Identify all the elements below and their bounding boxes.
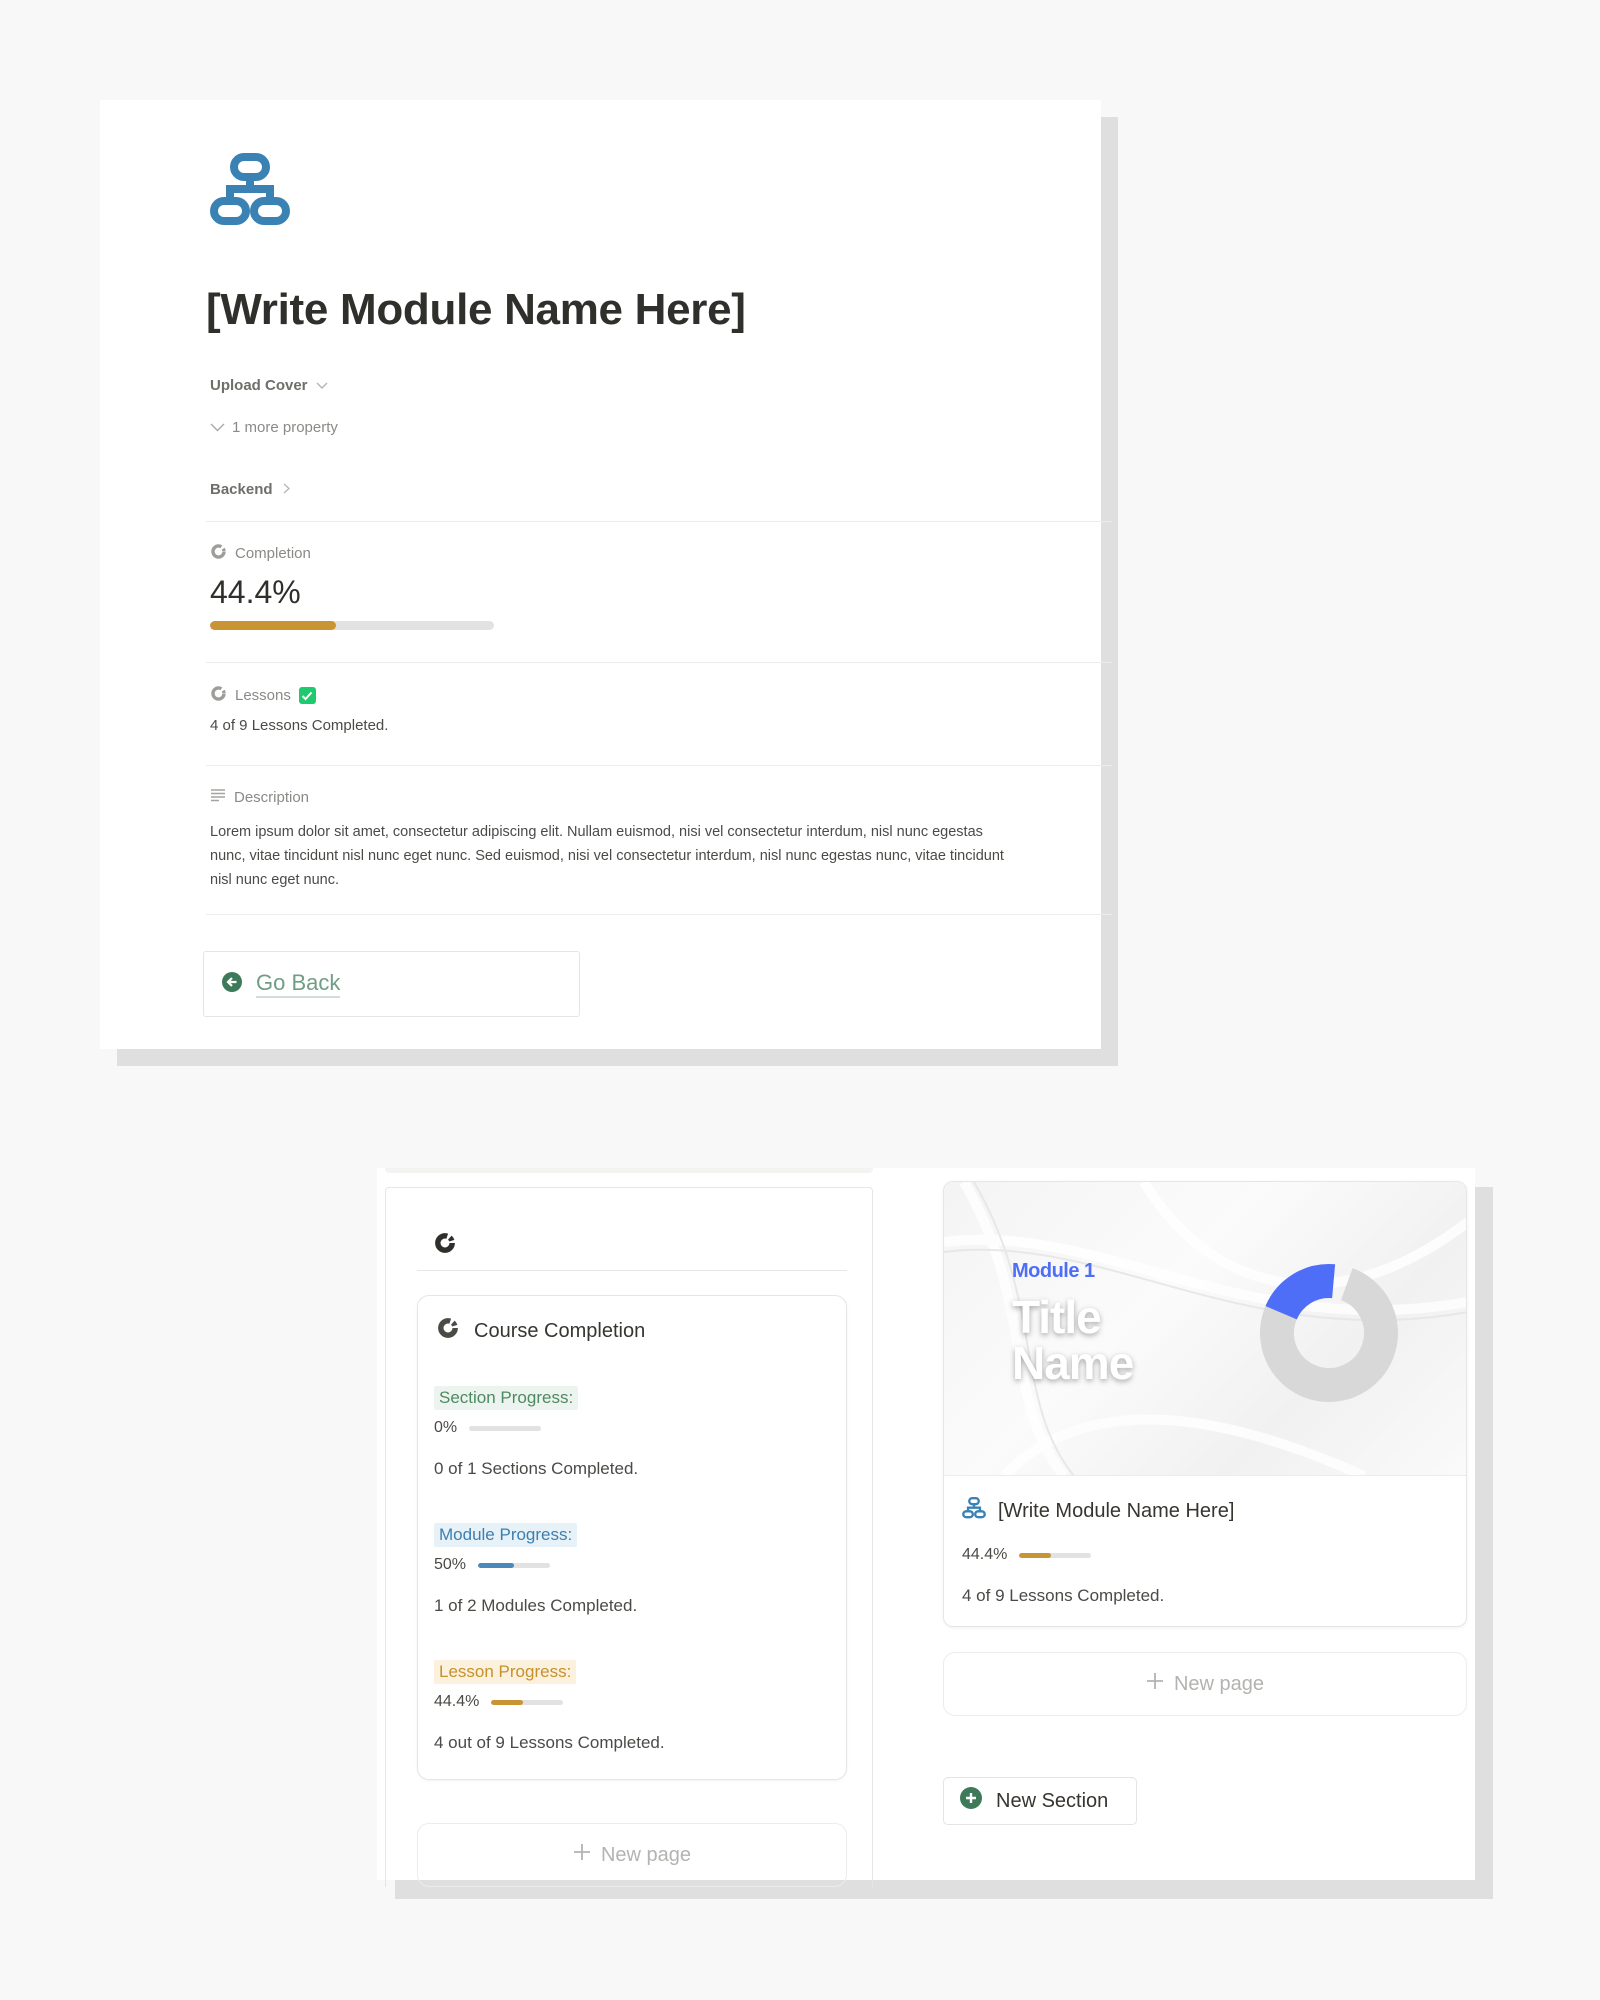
course-dashboard: Course Completion Section Progress: 0% 0… [377,1168,1475,1887]
completion-value: 44.4% [210,574,301,610]
upload-cover-property[interactable]: Upload Cover [210,377,328,394]
chevron-right-icon [283,481,290,498]
cover-donut-chart [1260,1264,1398,1402]
chevron-down-icon [210,419,225,436]
section-progress-value: 0% [434,1419,458,1436]
course-completion-title: Course Completion [436,1316,645,1346]
module-count-text: 1 of 2 Modules Completed. [434,1596,638,1615]
divider [206,662,1112,663]
divider [417,1270,847,1271]
module-progress-value: 50% [434,1556,467,1573]
divider [206,914,1112,915]
backend-link[interactable]: Backend [210,481,290,498]
lesson-progress-label: Lesson Progress: [434,1660,577,1684]
divider [206,521,1112,522]
module-card-title: [Write Module Name Here] [962,1497,1234,1525]
lesson-progress-bar [491,1699,564,1705]
divider [206,765,1112,766]
cover-title: Title Name [1012,1291,1134,1389]
progress-ring-icon [436,1316,460,1346]
progress-column: Course Completion Section Progress: 0% 0… [385,1187,873,1887]
upload-cover-label: Upload Cover [210,377,308,394]
completion-progress-bar [210,621,494,630]
lesson-progress-fill [491,1699,524,1705]
new-page-button[interactable]: New page [417,1823,847,1887]
backend-label: Backend [210,481,273,498]
previous-block-edge [385,1168,873,1173]
go-back-label: Go Back [256,970,341,998]
module-page: [Write Module Name Here] Upload Cover 1 … [100,100,1112,1049]
completion-label-text: Completion [235,545,311,562]
new-section-label: New Section [996,1789,1109,1812]
description-text[interactable]: Lorem ipsum dolor sit amet, consectetur … [210,820,1010,892]
module-progress-bar [478,1562,551,1568]
description-property-label: Description [210,788,309,806]
course-completion-title-text: Course Completion [474,1319,646,1342]
module-card-count-text: 4 of 9 Lessons Completed. [962,1586,1165,1605]
lessons-completed-text: 4 of 9 Lessons Completed. [210,717,389,734]
lesson-progress-row: 44.4% [434,1693,564,1711]
description-label-text: Description [234,788,310,806]
page-title[interactable]: [Write Module Name Here] [206,285,746,335]
arrow-left-circle-icon [222,971,242,997]
section-progress-label: Section Progress: [434,1386,579,1410]
progress-ring-icon [433,1231,457,1260]
course-completion-card[interactable]: Course Completion Section Progress: 0% 0… [417,1295,847,1780]
go-back-button[interactable]: Go Back [203,951,580,1017]
new-page-label: New page [1173,1672,1265,1695]
completion-property-label: Completion [210,543,311,564]
module-card-progress-value: 44.4% [962,1546,1008,1563]
plus-circle-icon [960,1787,982,1815]
chevron-down-icon [316,377,328,394]
hierarchy-icon [210,153,290,227]
new-section-button[interactable]: New Section [943,1777,1137,1825]
progress-ring-icon [210,543,227,564]
completion-progress-fill [210,621,337,630]
more-property-label: 1 more property [232,419,338,436]
module-progress-row: 50% [434,1556,551,1574]
cover-module-number: Module 1 [1012,1260,1095,1282]
lessons-property-label: Lessons [210,685,316,706]
module-card[interactable]: Module 1 Title Name [Write Module Name H… [943,1181,1467,1627]
cover-title-line: Name [1012,1337,1134,1389]
more-property-toggle[interactable]: 1 more property [210,419,338,436]
new-page-button[interactable]: New page [943,1652,1467,1716]
new-page-label: New page [600,1843,692,1866]
text-lines-icon [210,788,226,806]
module-progress-label: Module Progress: [434,1523,578,1547]
module-progress-fill [478,1562,515,1568]
progress-ring-icon [210,685,227,706]
module-card-title-text: [Write Module Name Here] [998,1499,1235,1522]
lessons-label-text: Lessons [235,687,291,704]
module-cover-image: Module 1 Title Name [944,1182,1466,1476]
lesson-count-text: 4 out of 9 Lessons Completed. [434,1733,665,1752]
plus-icon [1146,1672,1164,1696]
module-card-progress-bar [1019,1552,1092,1558]
module-card-progress-fill [1019,1552,1052,1558]
cover-title-line: Title [1012,1291,1102,1343]
section-progress-bar [469,1425,542,1431]
section-count-text: 0 of 1 Sections Completed. [434,1459,639,1478]
module-card-progress-row: 44.4% [962,1546,1092,1564]
checkbox-checked-icon[interactable] [298,687,316,704]
lesson-progress-value: 44.4% [434,1693,480,1710]
plus-icon [573,1843,591,1867]
section-progress-row: 0% [434,1419,542,1437]
hierarchy-icon [962,1497,986,1525]
